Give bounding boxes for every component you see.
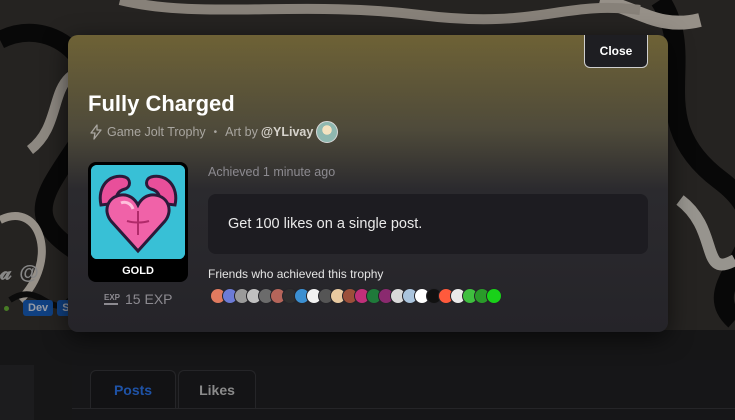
exp-value: 15 EXP — [125, 291, 173, 307]
artist-avatar[interactable] — [316, 121, 339, 143]
trophy-tier: GOLD — [122, 265, 154, 277]
description-text: Get 100 likes on a single post. — [228, 216, 423, 232]
close-button[interactable]: Close — [584, 35, 648, 68]
trophy-modal: Close Fully Charged Game Jolt Trophy • A… — [68, 35, 668, 332]
trophy-thumbnail: GOLD — [88, 162, 188, 282]
bolt-icon — [90, 124, 102, 140]
trophy-type: Game Jolt Trophy — [107, 125, 206, 139]
exp-icon: EXP — [104, 293, 120, 305]
art-by-label: Art by — [225, 125, 258, 139]
flexing-heart-icon — [91, 165, 185, 259]
trophy-title: Fully Charged — [88, 91, 235, 116]
artist-link[interactable]: @YLivay — [261, 125, 314, 139]
friend-avatar[interactable] — [486, 288, 502, 304]
trophy-exp: EXP 15 EXP — [104, 291, 173, 307]
achieved-timestamp: Achieved 1 minute ago — [208, 165, 336, 179]
trophy-subtitle: Game Jolt Trophy • Art by @YLivay — [88, 121, 339, 143]
trophy-image — [91, 165, 185, 259]
friends-label: Friends who achieved this trophy — [208, 267, 384, 281]
trophy-description: Get 100 likes on a single post. — [208, 194, 648, 254]
subtitle-separator: • — [213, 126, 218, 138]
friend-avatar-list — [210, 288, 502, 304]
